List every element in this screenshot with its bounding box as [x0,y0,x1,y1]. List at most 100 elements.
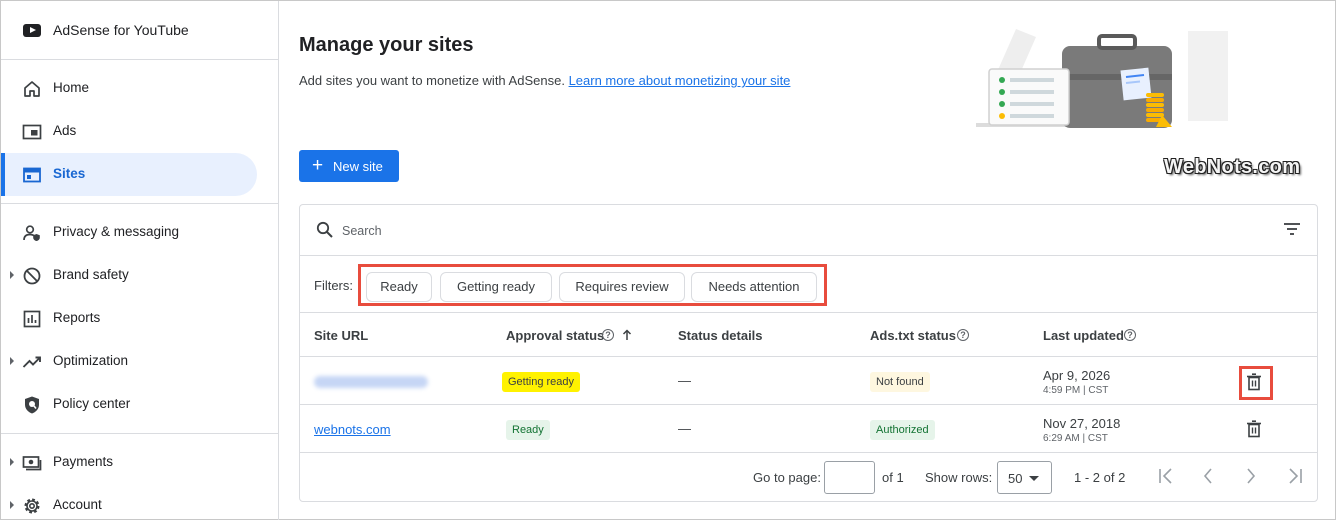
sites-illustration [976,29,1228,128]
sidebar-item-label: Home [53,80,90,95]
dropdown-arrow-icon [1029,476,1039,481]
sidebar-item-label: Brand safety [53,267,129,282]
rows-per-page-value: 50 [1008,471,1023,486]
filter-row: Filters: Ready Getting ready Requires re… [300,256,1317,313]
app-title: AdSense for YouTube [53,22,189,38]
pagination: Go to page: of 1 Show rows: 50 1 - 2 of … [300,454,1317,501]
filter-chips-highlight: Ready Getting ready Requires review Need… [358,264,827,306]
trending-up-icon [22,356,41,368]
sidebar-item-home[interactable]: Home [1,67,257,110]
search-input[interactable] [342,221,942,241]
first-page-icon[interactable] [1158,467,1174,485]
sidebar-item-sites[interactable]: Sites [1,153,257,196]
youtube-icon [23,24,41,37]
filter-chip-ready[interactable]: Ready [366,272,432,302]
table-header: Site URL Approval status ? Status detail… [300,314,1317,357]
sidebar-item-label: Ads [53,123,77,138]
sidebar-item-brand-safety[interactable]: Brand safety [1,254,257,297]
approval-status-badge: Getting ready [502,372,581,392]
last-page-icon[interactable] [1287,467,1303,485]
rows-per-page-select[interactable]: 50 [997,461,1052,494]
home-icon [24,81,40,97]
plus-icon: + [312,155,324,176]
privacy-icon [23,225,40,241]
sidebar-item-reports[interactable]: Reports [1,297,257,340]
ads-txt-status-badge: Authorized [870,420,935,440]
policy-shield-icon [25,396,39,414]
approval-status-badge: Ready [506,420,550,440]
site-url-link[interactable]: webnots.com [314,422,391,437]
watermark: WebNots.com [1164,156,1301,178]
page-range: 1 - 2 of 2 [1074,470,1126,485]
delete-icon[interactable] [1246,420,1262,438]
last-updated-date: Apr 9, 2026 [1043,368,1111,383]
delete-icon[interactable] [1246,373,1262,391]
gear-icon [24,498,40,514]
page-title: Manage your sites [299,34,474,56]
next-page-icon[interactable] [1245,467,1257,485]
total-pages: of 1 [882,470,904,485]
reports-icon [23,310,41,328]
go-to-page-label: Go to page: [753,470,821,485]
expand-caret-icon [10,458,14,466]
expand-caret-icon [10,501,14,509]
column-site-url[interactable]: Site URL [314,328,368,343]
status-details: — [678,421,691,436]
block-icon [23,267,41,285]
new-site-button[interactable]: + New site [299,150,399,182]
column-last-updated[interactable]: Last updated [1043,328,1124,343]
main-content: Manage your sites Add sites you want to … [280,1,1336,520]
filter-chip-requires-review[interactable]: Requires review [559,272,685,302]
sidebar-item-account[interactable]: Account [1,484,257,520]
sites-icon [23,167,41,183]
sidebar-item-label: Optimization [53,353,129,368]
sidebar-item-ads[interactable]: Ads [1,110,257,153]
help-icon[interactable]: ? [602,329,614,341]
sidebar-item-policy-center[interactable]: Policy center [1,383,257,426]
arrow-up-icon[interactable] [622,329,632,341]
app-header: AdSense for YouTube [1,1,278,60]
page-number-input[interactable] [824,461,875,494]
ads-txt-status-badge: Not found [870,372,930,392]
payments-icon [22,456,42,471]
sidebar-divider [1,433,278,434]
sidebar: AdSense for YouTube Home Ads Sites Priva… [1,1,279,520]
adsense-sites-page: AdSense for YouTube Home Ads Sites Priva… [0,0,1336,520]
sidebar-divider [1,203,278,204]
sidebar-item-privacy-messaging[interactable]: Privacy & messaging [1,211,257,254]
show-rows-label: Show rows: [925,470,993,485]
expand-caret-icon [10,271,14,279]
filter-chip-needs-attention[interactable]: Needs attention [691,272,817,302]
sites-table-card: Filters: Ready Getting ready Requires re… [299,204,1318,502]
new-site-label: New site [333,159,383,174]
help-icon[interactable]: ? [957,329,969,341]
search-bar [300,205,1317,256]
column-approval-status[interactable]: Approval status [506,328,604,343]
last-updated-date: Nov 27, 2018 [1043,416,1121,431]
table-row: Getting ready — Not found Apr 9, 2026 4:… [300,358,1317,405]
site-url-redacted[interactable] [314,376,428,388]
ads-icon [22,124,42,140]
sidebar-item-optimization[interactable]: Optimization [1,340,257,383]
sidebar-item-label: Sites [53,166,86,181]
prev-page-icon[interactable] [1202,467,1214,485]
filter-icon[interactable] [1283,222,1301,236]
column-status-details: Status details [678,328,763,343]
last-updated-time: 6:29 AM | CST [1043,433,1108,444]
sidebar-item-label: Policy center [53,396,131,411]
learn-more-link[interactable]: Learn more about monetizing your site [569,73,791,88]
help-icon[interactable]: ? [1124,329,1136,341]
filters-label: Filters: [314,278,353,293]
expand-caret-icon [10,357,14,365]
search-icon [316,221,333,238]
last-updated-time: 4:59 PM | CST [1043,385,1109,396]
filter-chip-getting-ready[interactable]: Getting ready [440,272,552,302]
sidebar-item-payments[interactable]: Payments [1,441,257,484]
sidebar-item-label: Account [53,497,102,512]
sidebar-item-label: Reports [53,310,101,325]
column-ads-txt-status[interactable]: Ads.txt status [870,328,956,343]
description-text: Add sites you want to monetize with AdSe… [299,73,565,88]
sidebar-item-label: Privacy & messaging [53,224,180,239]
page-description: Add sites you want to monetize with AdSe… [299,73,790,88]
table-row: webnots.com Ready — Authorized Nov 27, 2… [300,406,1317,453]
